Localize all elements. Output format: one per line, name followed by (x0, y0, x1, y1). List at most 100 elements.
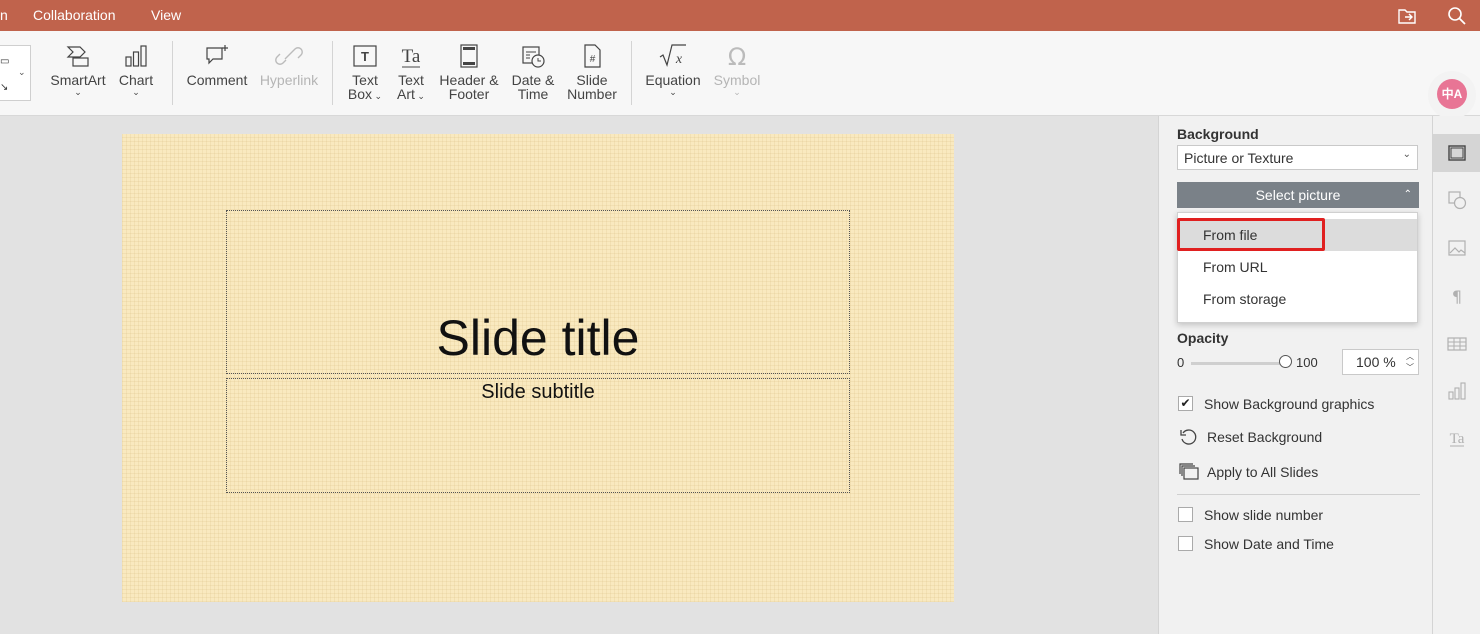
menu-item-from-url[interactable]: From URL (1178, 251, 1417, 283)
equation-icon: x (659, 44, 686, 67)
right-settings-sidebar: ¶ Ta (1432, 116, 1480, 634)
hyperlink-label: Hyperlink (259, 72, 319, 88)
opacity-max-label: 100 (1296, 355, 1318, 370)
tab-partial[interactable]: n (0, 7, 8, 23)
title-placeholder[interactable]: Slide title (226, 210, 850, 374)
show-date-time-checkbox[interactable] (1178, 536, 1193, 551)
slide-canvas[interactable]: Slide title Slide subtitle (122, 134, 954, 602)
slide-title: Slide title (436, 310, 640, 366)
language-switch-button[interactable]: 中A (1428, 71, 1476, 119)
text-box-button[interactable]: T Text Box ⌄ (344, 43, 386, 103)
toolbar-divider (172, 41, 173, 105)
hyperlink-button[interactable]: Hyperlink (258, 43, 320, 87)
tab-view[interactable]: View (151, 7, 181, 23)
header-footer-icon (460, 44, 478, 68)
background-fill-select[interactable]: Picture or Texture ⌄ (1177, 145, 1418, 170)
image-settings-icon[interactable] (1447, 238, 1467, 258)
smartart-label: SmartArt (50, 72, 106, 88)
background-fill-value: Picture or Texture (1184, 150, 1294, 166)
slide-settings-icon[interactable] (1447, 143, 1467, 163)
svg-text:¶: ¶ (1452, 287, 1462, 306)
comment-label: Comment (186, 72, 248, 88)
shape-settings-icon[interactable] (1447, 190, 1467, 210)
insert-toolbar: ▭ ↘ ⌄ SmartArt ⌄ Chart ⌄ Comment Hyperli… (0, 31, 1480, 116)
symbol-button[interactable]: Ω Symbol ⌄ (710, 43, 764, 97)
chart-label: Chart (118, 72, 154, 88)
reset-icon[interactable] (1179, 428, 1197, 446)
language-icon: 中A (1437, 79, 1467, 109)
background-label: Background (1177, 126, 1259, 142)
open-file-location-icon[interactable] (1396, 5, 1418, 27)
omega-symbol-icon: Ω (728, 43, 746, 69)
top-menu-bar: n Collaboration View (0, 0, 1480, 31)
highlight-box (1177, 218, 1325, 251)
svg-text:#: # (590, 54, 596, 65)
svg-text:Ta: Ta (402, 46, 421, 67)
date-time-label-line1: Date & (511, 72, 555, 88)
chevron-down-icon: ⌄ (669, 87, 677, 97)
chevron-down-icon: ⌄ (132, 87, 140, 97)
toolbar-divider (332, 41, 333, 105)
show-background-graphics-label: Show Background graphics (1204, 396, 1375, 412)
chart-button[interactable]: Chart ⌄ (114, 43, 158, 97)
opacity-label: Opacity (1177, 330, 1229, 346)
table-settings-icon[interactable] (1447, 334, 1467, 354)
chevron-down-icon: ⌄ (733, 87, 741, 97)
header-footer-label-line2: Footer (448, 86, 490, 102)
opacity-value: 100 % (1356, 354, 1396, 370)
tab-collaboration[interactable]: Collaboration (33, 7, 116, 23)
chevron-down-icon: ⌄ (414, 91, 425, 101)
header-footer-button[interactable]: Header & Footer (437, 43, 501, 101)
chevron-down-icon: ⌄ (372, 91, 383, 101)
show-background-graphics-checkbox[interactable]: ✔ (1178, 396, 1193, 411)
slide-number-label-line1: Slide (576, 72, 608, 88)
equation-button[interactable]: x Equation ⌄ (643, 43, 703, 97)
reset-background-button[interactable]: Reset Background (1207, 429, 1322, 445)
subtitle-placeholder[interactable]: Slide subtitle (226, 378, 850, 493)
show-slide-number-label: Show slide number (1204, 507, 1324, 523)
opacity-slider-track[interactable] (1191, 362, 1287, 365)
link-icon (275, 47, 303, 65)
chart-settings-icon[interactable] (1447, 381, 1467, 401)
apply-all-slides-icon[interactable] (1179, 463, 1199, 481)
panel-divider (1177, 494, 1420, 495)
search-icon[interactable] (1446, 5, 1468, 27)
text-box-label-line1: Text (352, 72, 378, 88)
date-time-icon (522, 46, 545, 68)
opacity-slider-thumb[interactable] (1279, 355, 1292, 368)
paragraph-settings-icon[interactable]: ¶ (1447, 286, 1467, 306)
text-art-settings-icon[interactable]: Ta (1447, 428, 1467, 448)
slide-number-button[interactable]: # Slide Number (564, 43, 620, 101)
shape-gallery-expand-icon[interactable]: ⌄ (18, 67, 26, 78)
svg-text:Ω: Ω (728, 43, 746, 69)
equation-label: Equation (645, 72, 701, 88)
text-art-label-line1: Text (398, 72, 424, 88)
menu-item-from-storage[interactable]: From storage (1178, 283, 1417, 315)
svg-text:T: T (361, 49, 369, 64)
opacity-min-label: 0 (1177, 355, 1185, 370)
comment-icon (206, 45, 228, 65)
smartart-icon (66, 46, 89, 67)
chart-icon (125, 45, 147, 67)
show-date-time-label: Show Date and Time (1204, 536, 1334, 552)
spin-arrows-icon[interactable]: ︿ ﹀ (1406, 351, 1414, 373)
slide-subtitle: Slide subtitle (481, 381, 595, 403)
text-box-label-line2: Box (347, 86, 373, 102)
svg-text:x: x (675, 52, 683, 67)
select-picture-button[interactable]: Select picture ⌃ (1177, 182, 1419, 208)
apply-all-slides-button[interactable]: Apply to All Slides (1207, 464, 1318, 480)
shape-gallery[interactable]: ▭ ↘ (0, 45, 31, 101)
chevron-down-icon: ⌄ (74, 87, 82, 97)
smartart-button[interactable]: SmartArt ⌄ (48, 43, 108, 97)
header-footer-label-line1: Header & (439, 72, 499, 88)
svg-text:Ta: Ta (1450, 431, 1465, 447)
opacity-input[interactable]: 100 % ︿ ﹀ (1342, 349, 1419, 375)
comment-button[interactable]: Comment (184, 43, 250, 87)
show-slide-number-checkbox[interactable] (1178, 507, 1193, 522)
chevron-up-icon: ⌃ (1403, 189, 1412, 200)
slide-number-label-line2: Number (567, 86, 617, 102)
date-time-button[interactable]: Date & Time (508, 43, 558, 101)
toolbar-divider (631, 41, 632, 105)
text-art-button[interactable]: Ta Text Art ⌄ (392, 43, 430, 103)
select-picture-label: Select picture (1255, 187, 1341, 203)
